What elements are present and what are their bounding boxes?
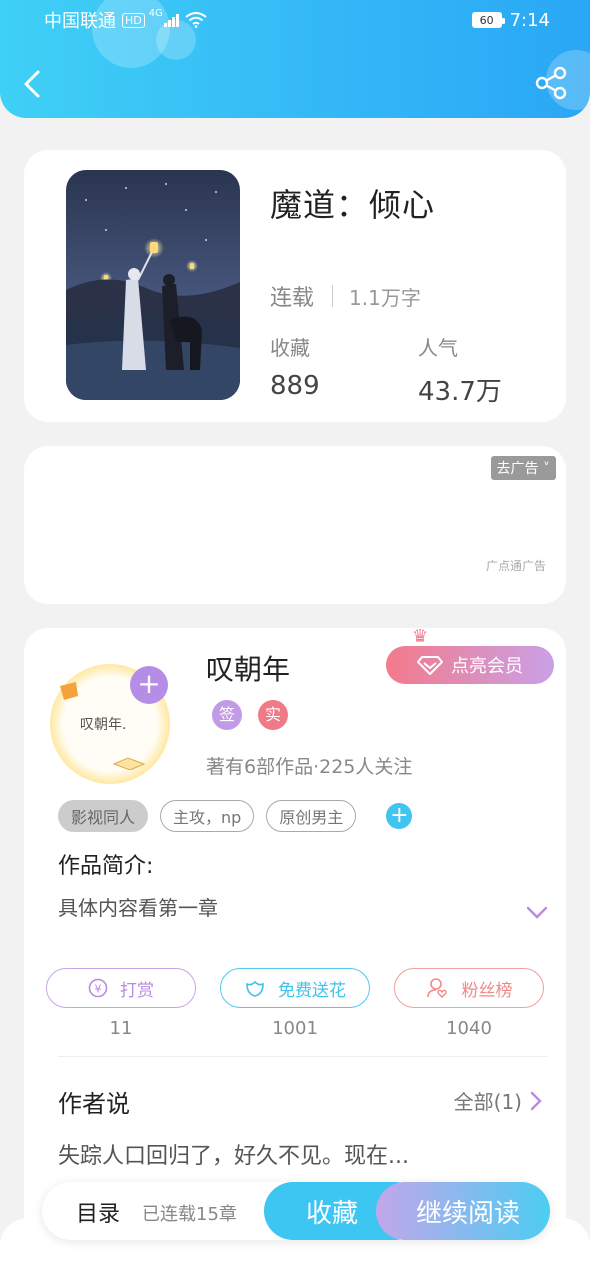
- fans-label: 粉丝榜: [461, 980, 513, 1001]
- flower-count: 1001: [272, 1018, 318, 1039]
- book-status-row: 连载 1.1万字: [270, 280, 421, 312]
- bottom-action-bar: 目录 已连载15章 收藏 继续阅读: [42, 1182, 550, 1240]
- remove-ad-button[interactable]: 去广告 ˅: [490, 456, 556, 480]
- flower-action: 免费送花 1001: [220, 968, 370, 1039]
- continue-reading-label: 继续阅读: [415, 1198, 520, 1229]
- author-badges: 签 实: [212, 700, 288, 730]
- svg-text:¥: ¥: [95, 983, 102, 996]
- vip-label: 点亮会员: [451, 656, 523, 677]
- popularity-value: 43.7万: [418, 377, 502, 407]
- chapter-count[interactable]: 已连载15章: [142, 1200, 237, 1226]
- carrier-label: 中国联通: [44, 11, 116, 32]
- tag-list: 影视同人 主攻，np 原创男主 +: [58, 800, 413, 832]
- battery-level: 60: [479, 13, 494, 27]
- tip-button[interactable]: ¥ 打赏: [46, 968, 196, 1008]
- book-cover[interactable]: [66, 170, 240, 400]
- word-count: 1.1万字: [349, 285, 421, 310]
- vip-member-button[interactable]: 点亮会员: [386, 646, 554, 684]
- popularity-stat: 人气 43.7万: [418, 332, 502, 408]
- top-header: 中国联通 HD 4G 60 7:14: [0, 0, 590, 118]
- tip-action: ¥ 打赏 11: [46, 968, 196, 1039]
- popularity-label: 人气: [418, 336, 458, 360]
- intro-text: 具体内容看第一章: [58, 896, 218, 920]
- chevron-down-icon[interactable]: [526, 906, 548, 920]
- book-info-card: 魔道：倾心 连载 1.1万字 收藏 889 人气 43.7万: [24, 150, 566, 422]
- network-type: 4G: [148, 8, 163, 19]
- tag-item[interactable]: 主攻，np: [160, 800, 255, 832]
- favorites-stat: 收藏 889: [270, 332, 320, 401]
- back-icon[interactable]: [18, 64, 50, 104]
- user-heart-icon: [426, 978, 447, 998]
- wifi-icon: [185, 12, 207, 28]
- author-name[interactable]: 叹朝年: [206, 648, 290, 688]
- action-buttons: ¥ 打赏 11 免费送花 1001 粉丝榜 1040: [46, 968, 544, 1039]
- book-icon: [112, 757, 146, 770]
- send-flower-button[interactable]: 免费送花: [220, 968, 370, 1008]
- tip-count: 11: [109, 1018, 133, 1039]
- fans-action: 粉丝榜 1040: [394, 968, 544, 1039]
- chevron-right-icon: [530, 1091, 542, 1110]
- author-says-all-label: 全部(1): [453, 1090, 522, 1114]
- hd-indicator: HD: [122, 12, 145, 28]
- verified-badge: 实: [258, 700, 288, 730]
- author-says-all-link[interactable]: 全部(1): [454, 1086, 542, 1115]
- ad-banner[interactable]: 去广告 ˅ 广点通广告: [24, 446, 566, 604]
- signal-icon: [163, 14, 179, 27]
- toc-button[interactable]: 目录: [76, 1196, 120, 1228]
- add-tag-button[interactable]: +: [386, 803, 413, 829]
- divider: [332, 285, 334, 307]
- tag-item[interactable]: 影视同人: [58, 800, 149, 832]
- lantern-icon: [60, 682, 78, 700]
- follow-author-button[interactable]: +: [130, 666, 168, 704]
- book-title: 魔道：倾心: [270, 186, 436, 224]
- share-icon[interactable]: [534, 66, 568, 100]
- coin-icon: ¥: [88, 978, 108, 998]
- section-divider: [58, 1056, 548, 1057]
- serial-status: 连载: [270, 286, 315, 311]
- ad-source: 广点通广告: [486, 559, 547, 573]
- battery-icon: 60: [471, 12, 505, 28]
- author-says-text[interactable]: 失踪人口回归了，好久不见。现在...: [58, 1138, 409, 1170]
- flower-label: 免费送花: [278, 980, 346, 1001]
- remove-ad-label: 去广告: [496, 461, 539, 477]
- author-says-label: 作者说: [58, 1090, 130, 1118]
- tag-item[interactable]: 原创男主: [266, 800, 357, 832]
- favorites-label: 收藏: [270, 336, 310, 360]
- fan-ranking-button[interactable]: 粉丝榜: [394, 968, 544, 1008]
- continue-reading-button[interactable]: 继续阅读: [376, 1182, 550, 1240]
- flower-icon: [246, 980, 264, 997]
- signed-badge: 签: [212, 700, 242, 730]
- crown-icon: ♛: [412, 626, 429, 647]
- tip-label: 打赏: [120, 980, 154, 1001]
- fans-count: 1040: [446, 1018, 492, 1039]
- favorites-value: 889: [270, 371, 320, 401]
- clock: 7:14: [509, 9, 550, 31]
- diamond-icon: [417, 656, 443, 675]
- avatar-signature: 叹朝年.: [80, 717, 127, 733]
- status-bar: 中国联通 HD 4G 60 7:14: [44, 8, 550, 32]
- favorite-label: 收藏: [305, 1198, 358, 1229]
- author-meta: 著有6部作品·225人关注: [206, 756, 413, 778]
- intro-label: 作品简介:: [58, 854, 154, 879]
- cover-illustration: [66, 170, 240, 400]
